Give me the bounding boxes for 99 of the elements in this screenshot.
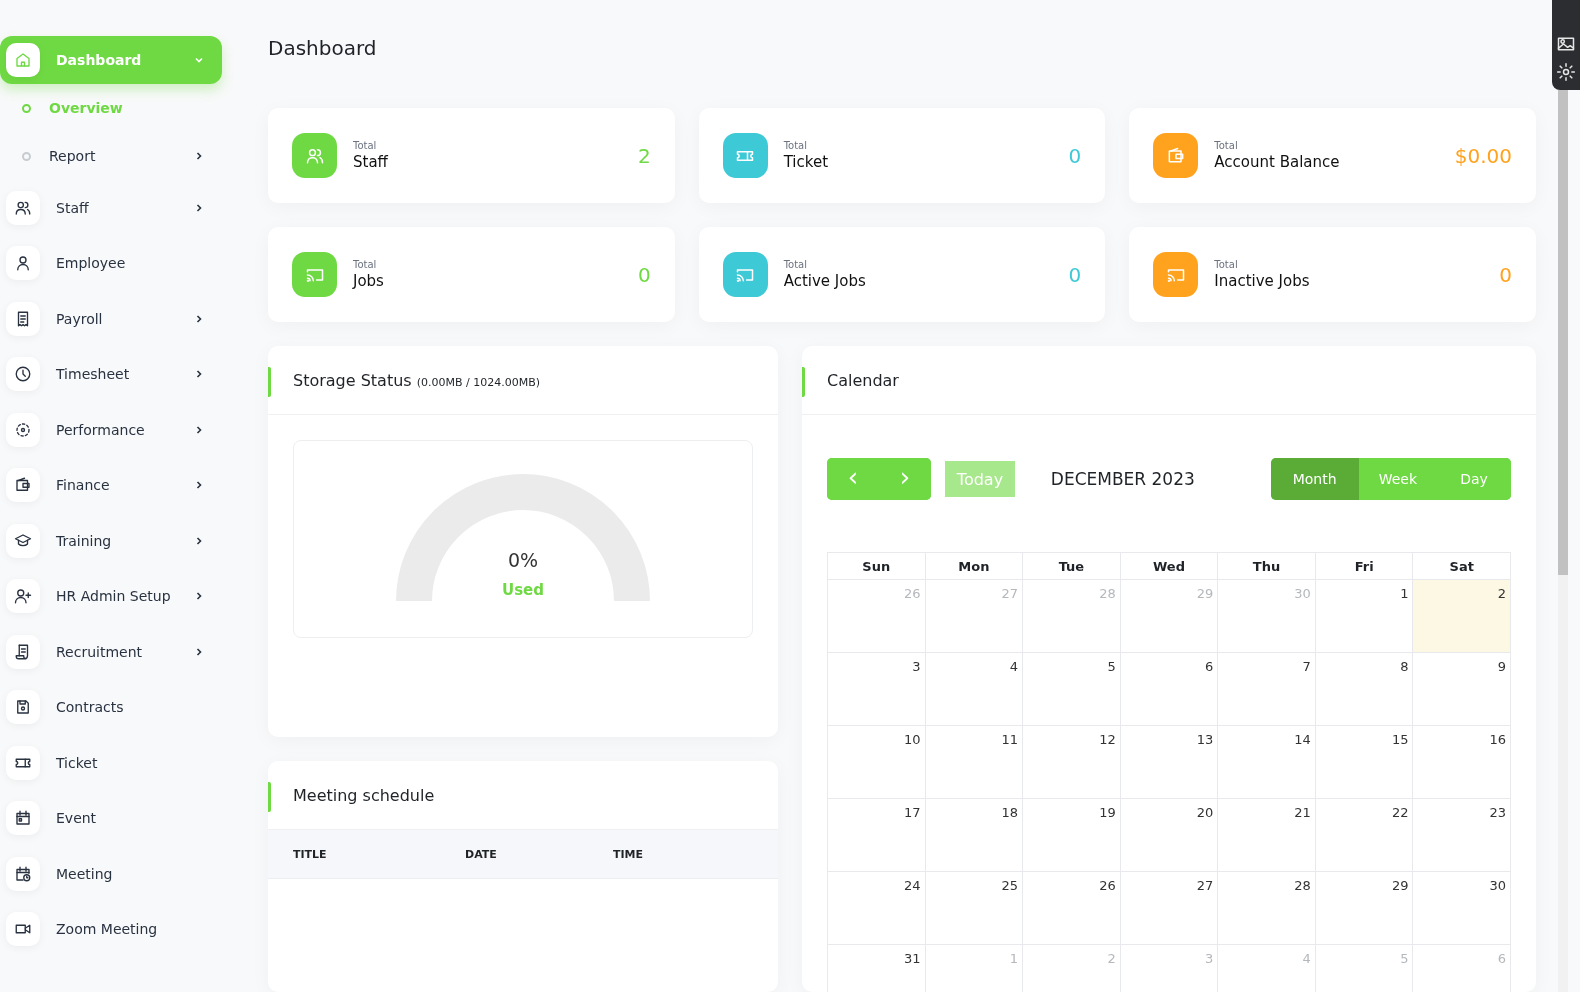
stat-caption: Total (353, 259, 378, 270)
stat-label: Account Balance (1214, 153, 1341, 171)
day-cell[interactable]: 19 (1023, 799, 1121, 872)
house-icon (14, 51, 32, 69)
weekday-header: Fri (1315, 553, 1414, 580)
day-cell[interactable]: 11 (925, 726, 1024, 799)
stat-label: Inactive Jobs (1214, 272, 1311, 290)
calendar-icon (14, 809, 32, 828)
stat-caption: Total (353, 140, 378, 151)
weekday-header: Mon (925, 553, 1024, 580)
card-title: Meeting schedule (293, 785, 435, 805)
day-cell[interactable]: 18 (925, 799, 1024, 872)
column-header: TITLE (293, 847, 328, 861)
stat-label: Jobs (353, 272, 385, 290)
page-title: Dashboard (268, 36, 378, 62)
day-cell[interactable]: 20 (1120, 799, 1219, 872)
stat-value: $0.00 (1454, 143, 1512, 168)
chevron-right-icon (194, 480, 204, 491)
weekday-header: Wed (1120, 553, 1219, 580)
sidebar-item[interactable]: Event (0, 790, 222, 846)
chevron-right-icon (194, 151, 204, 161)
day-cell[interactable]: 10 (828, 726, 926, 799)
day-cell[interactable]: 4 (925, 653, 1024, 726)
sidebar-item[interactable]: Finance (0, 457, 222, 513)
card-title: Calendar (827, 370, 899, 390)
column-header: TIME (613, 847, 645, 861)
chevron-right-icon (194, 646, 204, 657)
stat-label: Active Jobs (783, 272, 867, 290)
stat-caption: Total (1214, 140, 1239, 151)
day-cell[interactable]: 26 (1023, 872, 1121, 945)
sidebar-item[interactable]: Timesheet (0, 346, 222, 402)
day-cell[interactable]: 2 (1413, 580, 1511, 653)
chevron-right-icon (194, 202, 204, 213)
target-icon (14, 420, 32, 439)
sidebar-item[interactable]: Staff (0, 180, 222, 236)
day-cell[interactable]: 13 (1120, 726, 1219, 799)
image-icon (1556, 34, 1576, 54)
day-cell[interactable]: 28 (1218, 872, 1316, 945)
person-plus-icon (14, 587, 32, 606)
sidebar-subitem[interactable]: Report (0, 132, 222, 180)
stat-value: 0 (1068, 262, 1082, 287)
day-cell[interactable]: 31 (828, 945, 926, 992)
sidebar-item[interactable]: Employee (0, 235, 222, 291)
calendar-clock-icon (14, 864, 32, 883)
day-cell[interactable]: 8 (1315, 653, 1414, 726)
chevron-right-icon (194, 591, 204, 602)
column-header: DATE (465, 847, 498, 861)
chevron-right-icon (194, 369, 204, 380)
stat-caption: Total (1214, 259, 1239, 270)
day-cell[interactable]: 5 (1023, 653, 1121, 726)
sidebar-item[interactable]: Meeting (0, 846, 222, 902)
sidebar-item[interactable]: Training (0, 513, 222, 569)
card-title: Storage Status (0.00MB / 1024.00MB) (293, 370, 541, 390)
weekday-header: Tue (1023, 553, 1121, 580)
stat-label: Ticket (783, 153, 830, 171)
stat-value: 0 (1499, 262, 1512, 287)
chevron-down-icon (194, 55, 204, 65)
weekday-header: Thu (1218, 553, 1316, 580)
sidebar-item[interactable]: HR Admin Setup (0, 568, 222, 624)
stat-label: Staff (353, 153, 389, 171)
sidebar-item[interactable]: Payroll (0, 291, 222, 347)
stat-value: 2 (637, 143, 651, 168)
day-cell[interactable]: 12 (1023, 726, 1121, 799)
day-cell[interactable]: 14 (1218, 726, 1316, 799)
day-cell[interactable]: 29 (1315, 872, 1414, 945)
day-cell[interactable]: 27 (1120, 872, 1219, 945)
stat-caption: Total (783, 140, 808, 151)
sidebar-item[interactable]: Performance (0, 402, 222, 458)
day-cell[interactable]: 24 (828, 872, 926, 945)
day-cell[interactable]: 17 (828, 799, 926, 872)
chevron-right-icon (194, 535, 204, 546)
sidebar-item[interactable]: Contracts (0, 679, 222, 735)
day-cell[interactable]: 22 (1315, 799, 1414, 872)
scrollbar[interactable] (1558, 90, 1568, 992)
day-cell[interactable]: 9 (1413, 653, 1511, 726)
sidebar-item[interactable]: Ticket (0, 735, 222, 791)
day-cell[interactable]: 23 (1413, 799, 1511, 872)
day-cell[interactable]: 6 (1120, 653, 1219, 726)
stat-caption: Total (783, 259, 808, 270)
chevron-right-icon (194, 424, 204, 435)
month-title: DECEMBER 2023 (1049, 469, 1196, 489)
sidebar-item[interactable]: Recruitment (0, 624, 222, 680)
weekday-header: Sun (828, 553, 926, 580)
stat-value: 0 (1068, 143, 1082, 168)
clock-icon (14, 365, 32, 384)
day-cell[interactable]: 21 (1218, 799, 1316, 872)
sidebar-item[interactable]: Zoom Meeting (0, 901, 222, 957)
day-cell[interactable]: 7 (1218, 653, 1316, 726)
floppy-icon (14, 698, 32, 717)
stat-value: 0 (637, 262, 651, 287)
day-cell[interactable]: 15 (1315, 726, 1414, 799)
person-icon (14, 254, 32, 273)
gauge-percent: 0% (507, 549, 539, 571)
day-cell[interactable]: 30 (1413, 872, 1511, 945)
chevron-right-icon (194, 313, 204, 324)
day-cell[interactable]: 16 (1413, 726, 1511, 799)
gauge-caption: Used (502, 581, 544, 599)
day-cell[interactable]: 3 (828, 653, 926, 726)
day-cell[interactable]: 25 (925, 872, 1024, 945)
